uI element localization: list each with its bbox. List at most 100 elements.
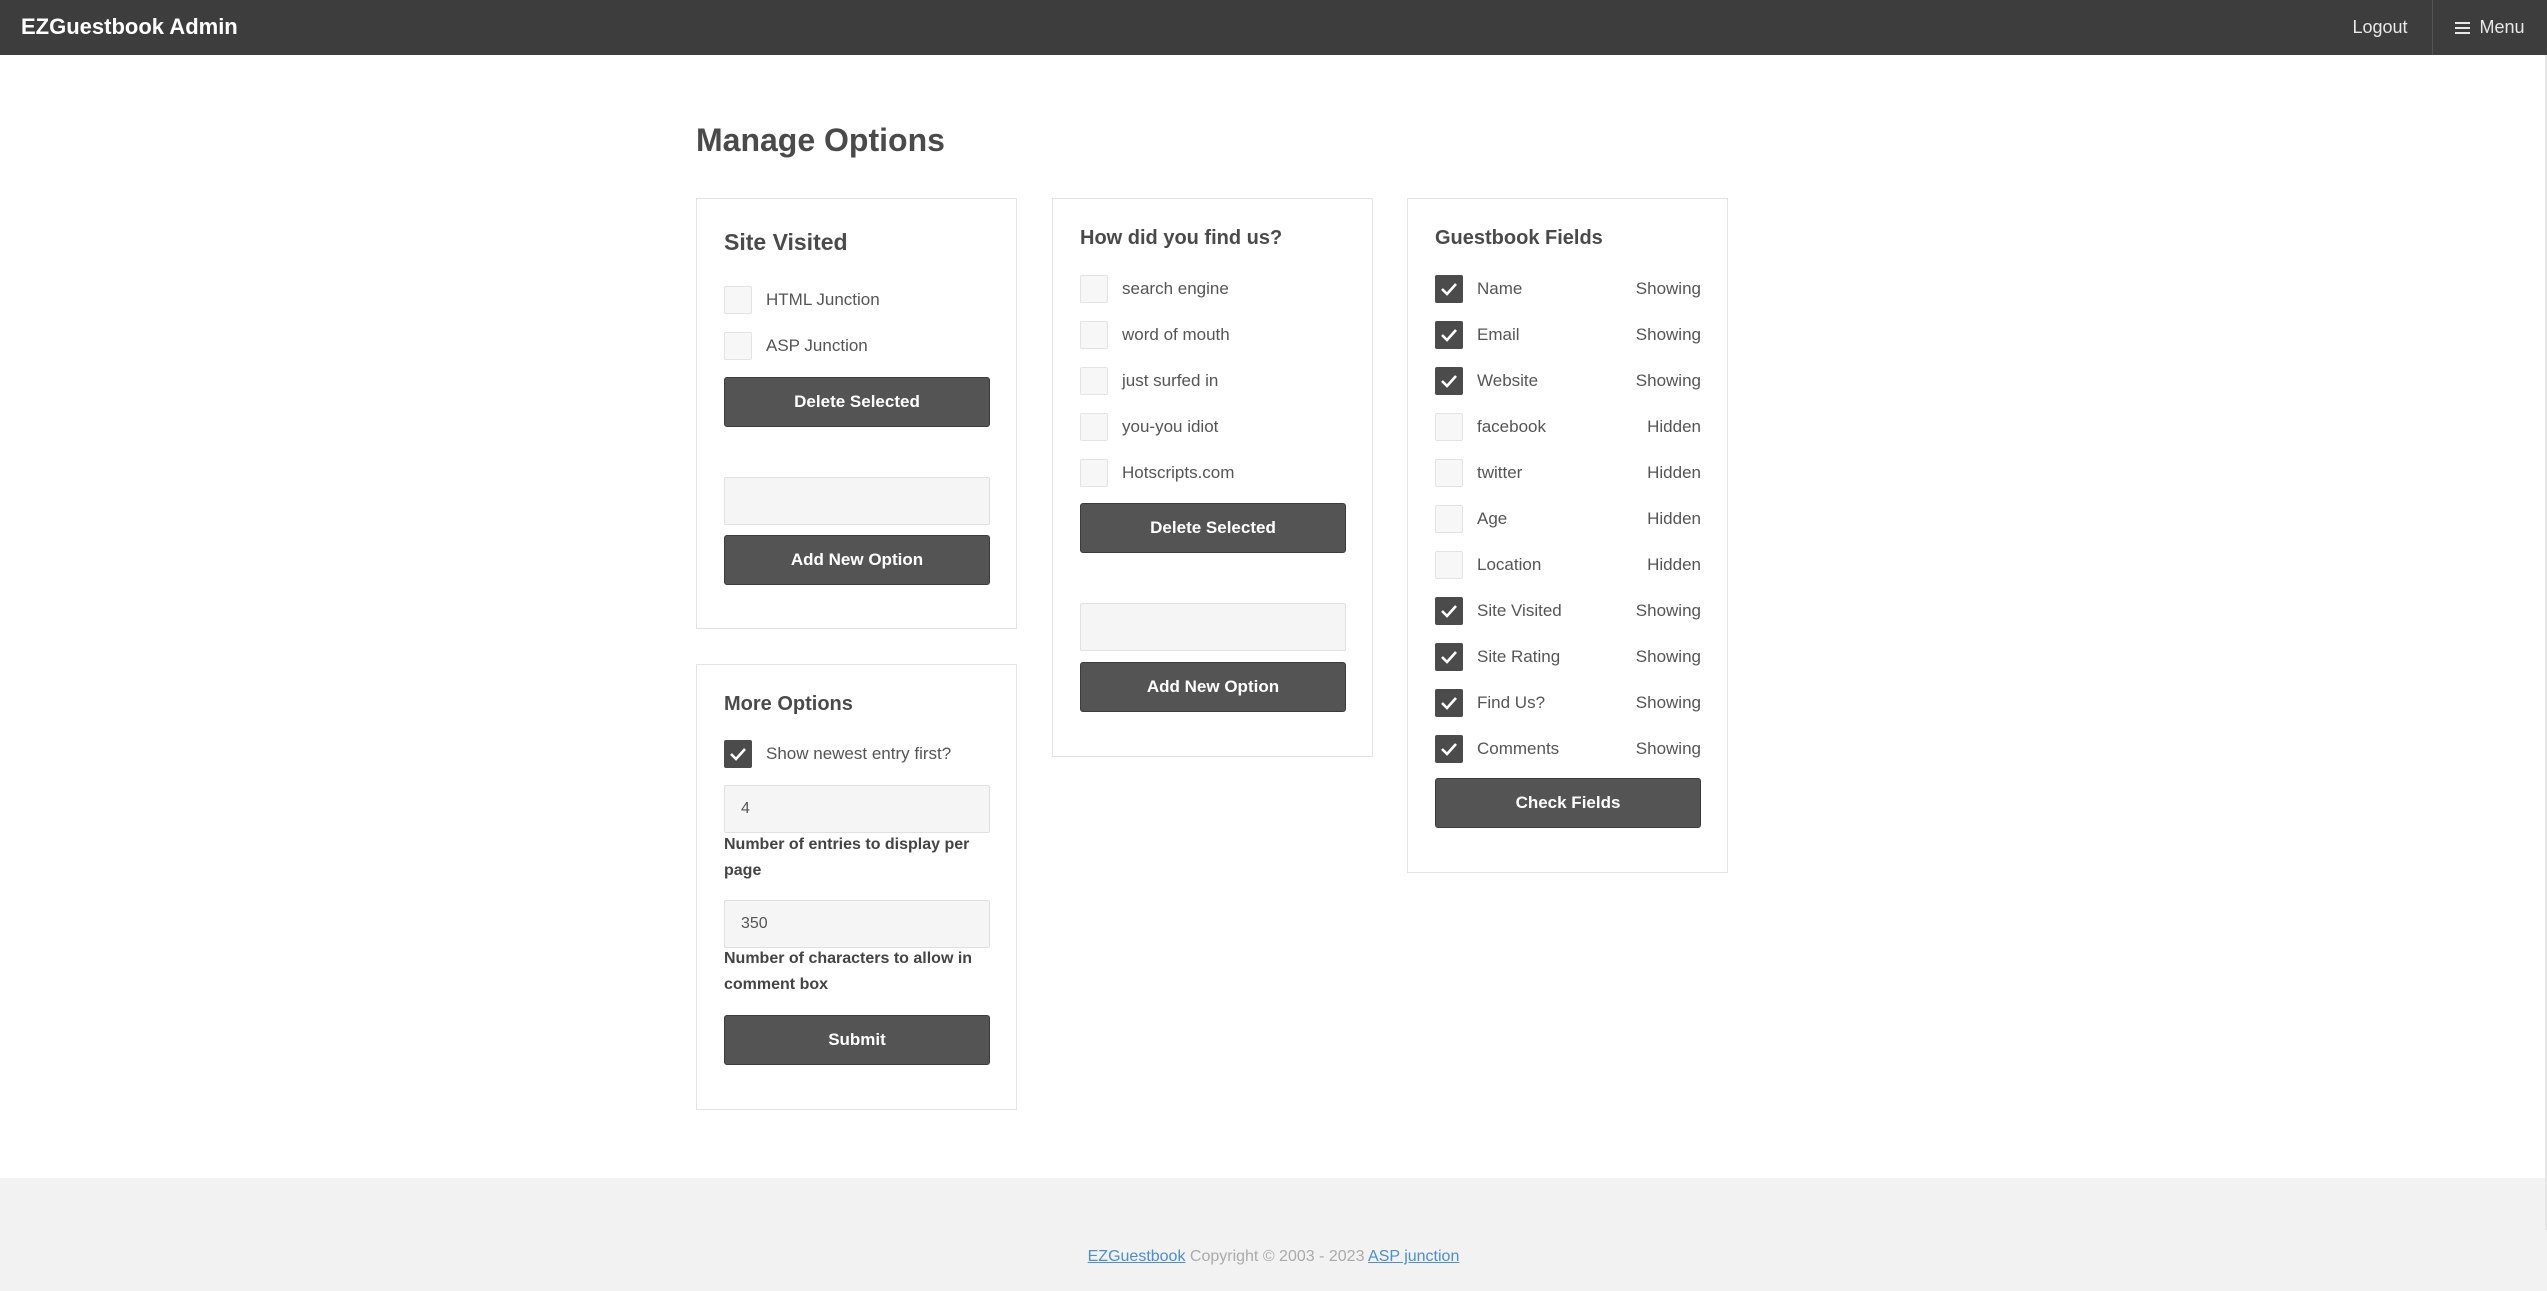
entries-per-page-input[interactable] (724, 785, 990, 833)
guestbook-field-row: Site Rating Showing (1435, 643, 1701, 671)
field-checkbox[interactable] (1435, 551, 1463, 579)
checkmark-icon (1441, 743, 1457, 756)
comment-chars-input[interactable] (724, 900, 990, 948)
app-title[interactable]: EZGuestbook Admin (21, 0, 238, 55)
field-label: facebook (1477, 417, 1546, 436)
site-visited-panel: Site Visited HTML Junction ASP Junction … (696, 198, 1017, 629)
guestbook-field-row: facebook Hidden (1435, 413, 1701, 441)
field-status: Showing (1635, 739, 1701, 758)
guestbook-field-row: Email Showing (1435, 321, 1701, 349)
field-label: Email (1477, 325, 1520, 344)
field-status: Showing (1635, 601, 1701, 620)
find-us-title: How did you find us? (1080, 227, 1283, 249)
field-checkbox[interactable] (1435, 321, 1463, 349)
menu-button[interactable]: Menu (2432, 0, 2547, 55)
field-checkbox[interactable] (1435, 735, 1463, 763)
site-visited-option: ASP Junction (724, 332, 868, 360)
guestbook-field-row: Location Hidden (1435, 551, 1701, 579)
guestbook-fields-title: Guestbook Fields (1435, 227, 1603, 249)
newest-first-row: Show newest entry first? (724, 740, 951, 768)
field-label: Find Us? (1477, 693, 1546, 712)
new-option-input[interactable] (724, 477, 990, 525)
submit-button[interactable]: Submit (724, 1015, 990, 1065)
option-label: word of mouth (1122, 325, 1230, 344)
field-status: Showing (1635, 647, 1701, 666)
field-label: twitter (1477, 463, 1523, 482)
add-new-option-button[interactable]: Add New Option (724, 535, 990, 585)
guestbook-field-row: Find Us? Showing (1435, 689, 1701, 717)
field-checkbox[interactable] (1435, 597, 1463, 625)
checkmark-icon (730, 748, 746, 761)
comment-chars-help: Number of characters to allow in comment… (724, 950, 973, 993)
option-label: ASP Junction (766, 336, 868, 355)
option-label: Hotscripts.com (1122, 463, 1235, 482)
field-status: Showing (1635, 279, 1701, 298)
field-status: Hidden (1647, 509, 1701, 528)
footer-brand-link[interactable]: EZGuestbook (1088, 1248, 1186, 1265)
more-options-title: More Options (724, 693, 853, 715)
field-status: Showing (1635, 371, 1701, 390)
add-new-option-button[interactable]: Add New Option (1080, 662, 1346, 712)
footer (0, 1178, 2547, 1291)
logout-link[interactable]: Logout (2329, 0, 2431, 55)
option-checkbox[interactable] (1080, 321, 1108, 349)
field-checkbox[interactable] (1435, 689, 1463, 717)
field-status: Hidden (1647, 463, 1701, 482)
check-fields-button[interactable]: Check Fields (1435, 778, 1701, 828)
option-checkbox[interactable] (724, 286, 752, 314)
field-label: Location (1477, 555, 1542, 574)
field-label: Comments (1477, 739, 1560, 758)
checkmark-icon (1441, 375, 1457, 388)
find-us-option: you-you idiot (1080, 413, 1218, 441)
checkmark-icon (1441, 605, 1457, 618)
newest-first-checkbox[interactable] (724, 740, 752, 768)
field-checkbox[interactable] (1435, 275, 1463, 303)
option-checkbox[interactable] (1080, 413, 1108, 441)
option-checkbox[interactable] (1080, 367, 1108, 395)
field-label: Age (1477, 509, 1508, 528)
find-us-option: word of mouth (1080, 321, 1230, 349)
field-status: Showing (1635, 693, 1701, 712)
guestbook-fields-panel: Guestbook Fields Name Showing Email Showing… (1407, 198, 1728, 873)
option-checkbox[interactable] (724, 332, 752, 360)
option-checkbox[interactable] (1080, 275, 1108, 303)
site-visited-option: HTML Junction (724, 286, 880, 314)
option-checkbox[interactable] (1080, 459, 1108, 487)
menu-label: Menu (2479, 17, 2525, 37)
checkmark-icon (1441, 283, 1457, 296)
field-label: Name (1477, 279, 1523, 298)
guestbook-field-row: Name Showing (1435, 275, 1701, 303)
guestbook-field-row: Comments Showing (1435, 735, 1701, 763)
field-label: Site Rating (1477, 647, 1561, 666)
option-label: HTML Junction (766, 290, 880, 309)
field-checkbox[interactable] (1435, 367, 1463, 395)
delete-selected-button[interactable]: Delete Selected (724, 377, 990, 427)
footer-copyright-text: Copyright © 2003 - 2023 (1185, 1248, 1369, 1265)
option-label: search engine (1122, 279, 1229, 298)
option-label: you-you idiot (1122, 417, 1219, 436)
find-us-option: search engine (1080, 275, 1229, 303)
find-us-panel: How did you find us? search engine word … (1052, 198, 1373, 757)
footer-author-link[interactable]: ASP junction (1368, 1248, 1459, 1265)
newest-first-label: Show newest entry first? (766, 744, 952, 763)
site-visited-title: Site Visited (724, 229, 848, 255)
find-us-option: Hotscripts.com (1080, 459, 1234, 487)
field-status: Hidden (1647, 555, 1701, 574)
checkmark-icon (1441, 329, 1457, 342)
delete-selected-button[interactable]: Delete Selected (1080, 503, 1346, 553)
field-status: Hidden (1647, 417, 1701, 436)
field-label: Website (1477, 371, 1539, 390)
footer-copyright: EZGuestbook Copyright © 2003 - 2023 ASP … (0, 1248, 2547, 1266)
guestbook-field-row: Site Visited Showing (1435, 597, 1701, 625)
field-checkbox[interactable] (1435, 643, 1463, 671)
hamburger-icon (2455, 21, 2471, 34)
top-nav-bar: EZGuestbook Admin Logout Menu (0, 0, 2547, 55)
guestbook-field-row: Website Showing (1435, 367, 1701, 395)
checkmark-icon (1441, 697, 1457, 710)
page-title: Manage Options (696, 122, 945, 158)
field-checkbox[interactable] (1435, 413, 1463, 441)
new-option-input[interactable] (1080, 603, 1346, 651)
entries-per-page-help: Number of entries to display per page (724, 836, 970, 879)
field-checkbox[interactable] (1435, 459, 1463, 487)
field-checkbox[interactable] (1435, 505, 1463, 533)
